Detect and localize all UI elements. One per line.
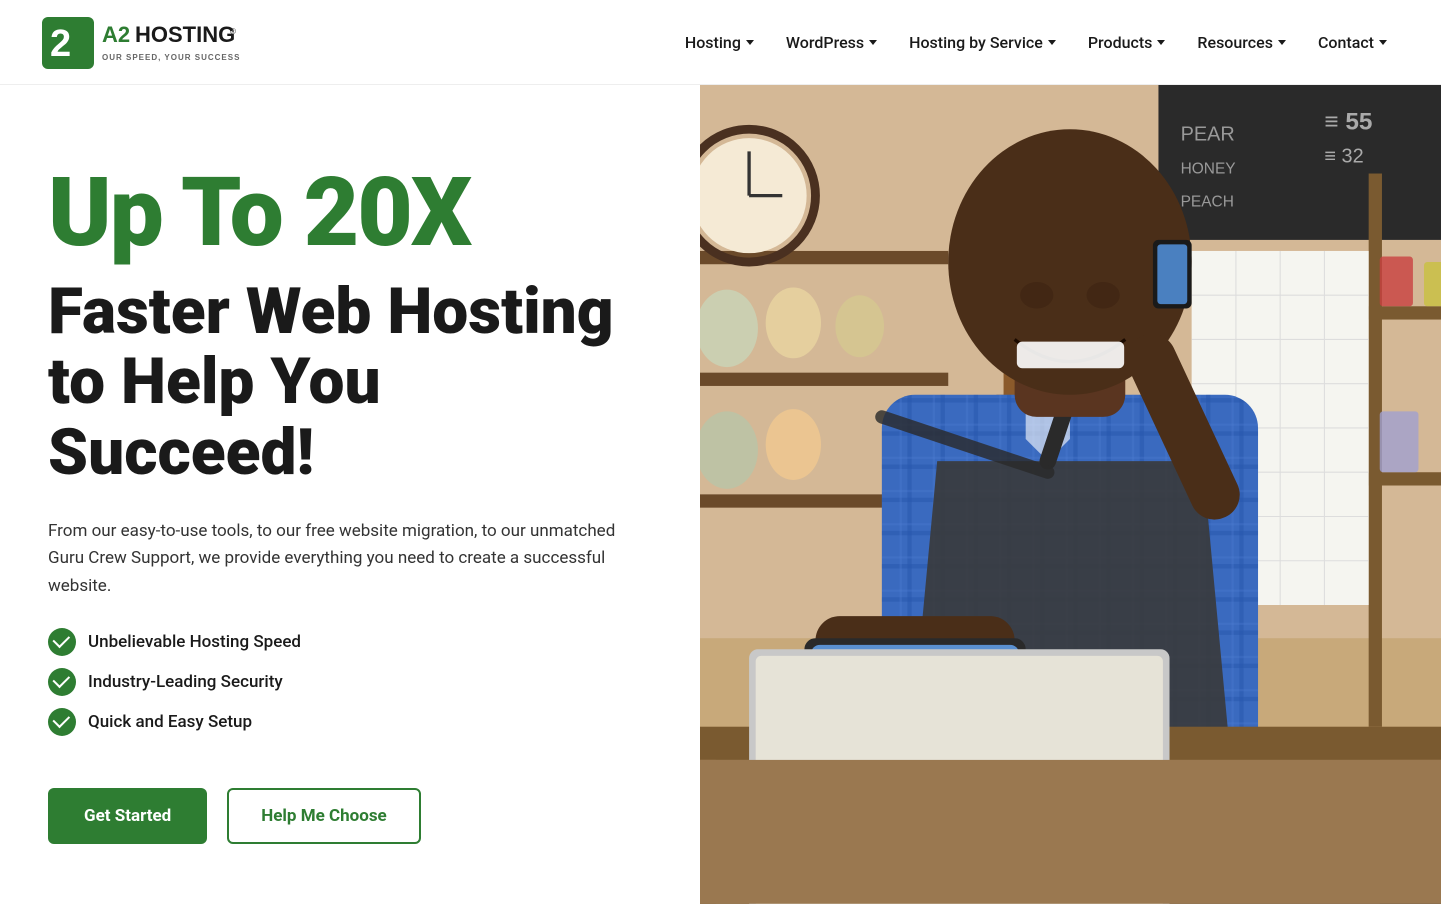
hero-headline-green: Up To 20X xyxy=(48,165,652,261)
chevron-down-icon xyxy=(746,40,754,45)
nav-label-contact: Contact xyxy=(1318,33,1374,52)
svg-text:≡ 55: ≡ 55 xyxy=(1324,108,1372,135)
check-icon xyxy=(48,668,76,696)
svg-text:OUR SPEED, YOUR SUCCESS: OUR SPEED, YOUR SUCCESS xyxy=(102,53,240,62)
svg-text:PEAR: PEAR xyxy=(1181,123,1235,145)
nav-link-contact[interactable]: Contact xyxy=(1304,25,1401,60)
hero-image-container: PEAR HONEY PEACH ≡ 55 ≡ 32 xyxy=(700,85,1441,904)
nav-link-wordpress[interactable]: WordPress xyxy=(772,25,891,60)
logo-image: 2 A2 HOSTING OUR SPEED, YOUR SUCCESS ® xyxy=(40,12,260,72)
hero-section: Up To 20X Faster Web Hostingto Help YouS… xyxy=(0,85,1441,904)
main-nav: Hosting WordPress Hosting by Service Pro… xyxy=(671,25,1401,60)
logo[interactable]: 2 A2 HOSTING OUR SPEED, YOUR SUCCESS ® xyxy=(40,12,260,72)
nav-label-products: Products xyxy=(1088,33,1153,52)
nav-label-resources: Resources xyxy=(1197,33,1273,52)
feature-label-speed: Unbelievable Hosting Speed xyxy=(88,632,301,652)
hero-photo-svg: PEAR HONEY PEACH ≡ 55 ≡ 32 xyxy=(700,85,1441,904)
hero-content: Up To 20X Faster Web Hostingto Help YouS… xyxy=(0,85,700,904)
hero-image: PEAR HONEY PEACH ≡ 55 ≡ 32 xyxy=(700,85,1441,904)
chevron-down-icon xyxy=(1278,40,1286,45)
hero-headline-dark: Faster Web Hostingto Help YouSucceed! xyxy=(48,277,652,488)
feature-item-security: Industry-Leading Security xyxy=(48,668,652,696)
chevron-down-icon xyxy=(869,40,877,45)
nav-item-hosting: Hosting xyxy=(671,25,768,60)
nav-link-products[interactable]: Products xyxy=(1074,25,1180,60)
svg-text:A2: A2 xyxy=(102,22,130,47)
svg-text:≡ 32: ≡ 32 xyxy=(1324,145,1363,167)
svg-text:2: 2 xyxy=(50,23,71,65)
feature-item-setup: Quick and Easy Setup xyxy=(48,708,652,736)
nav-item-products: Products xyxy=(1074,25,1180,60)
nav-label-hosting-by-service: Hosting by Service xyxy=(909,33,1043,52)
feature-label-security: Industry-Leading Security xyxy=(88,672,283,692)
hero-description: From our easy-to-use tools, to our free … xyxy=(48,518,648,600)
svg-text:PEACH: PEACH xyxy=(1181,194,1234,211)
nav-item-contact: Contact xyxy=(1304,25,1401,60)
svg-text:®: ® xyxy=(230,27,236,36)
feature-label-setup: Quick and Easy Setup xyxy=(88,712,252,732)
feature-item-speed: Unbelievable Hosting Speed xyxy=(48,628,652,656)
help-me-choose-button[interactable]: Help Me Choose xyxy=(227,788,421,844)
nav-item-resources: Resources xyxy=(1183,25,1300,60)
svg-text:HONEY: HONEY xyxy=(1181,161,1236,178)
get-started-button[interactable]: Get Started xyxy=(48,788,207,844)
svg-text:HOSTING: HOSTING xyxy=(135,22,235,47)
nav-label-hosting: Hosting xyxy=(685,33,741,52)
nav-link-resources[interactable]: Resources xyxy=(1183,25,1300,60)
chevron-down-icon xyxy=(1379,40,1387,45)
cta-buttons: Get Started Help Me Choose xyxy=(48,788,652,844)
nav-label-wordpress: WordPress xyxy=(786,33,864,52)
navbar: 2 A2 HOSTING OUR SPEED, YOUR SUCCESS ® H… xyxy=(0,0,1441,85)
nav-item-hosting-by-service: Hosting by Service xyxy=(895,25,1070,60)
nav-item-wordpress: WordPress xyxy=(772,25,891,60)
chevron-down-icon xyxy=(1157,40,1165,45)
check-icon xyxy=(48,628,76,656)
features-list: Unbelievable Hosting Speed Industry-Lead… xyxy=(48,628,652,748)
nav-link-hosting[interactable]: Hosting xyxy=(671,25,768,60)
nav-link-hosting-by-service[interactable]: Hosting by Service xyxy=(895,25,1070,60)
check-icon xyxy=(48,708,76,736)
chevron-down-icon xyxy=(1048,40,1056,45)
